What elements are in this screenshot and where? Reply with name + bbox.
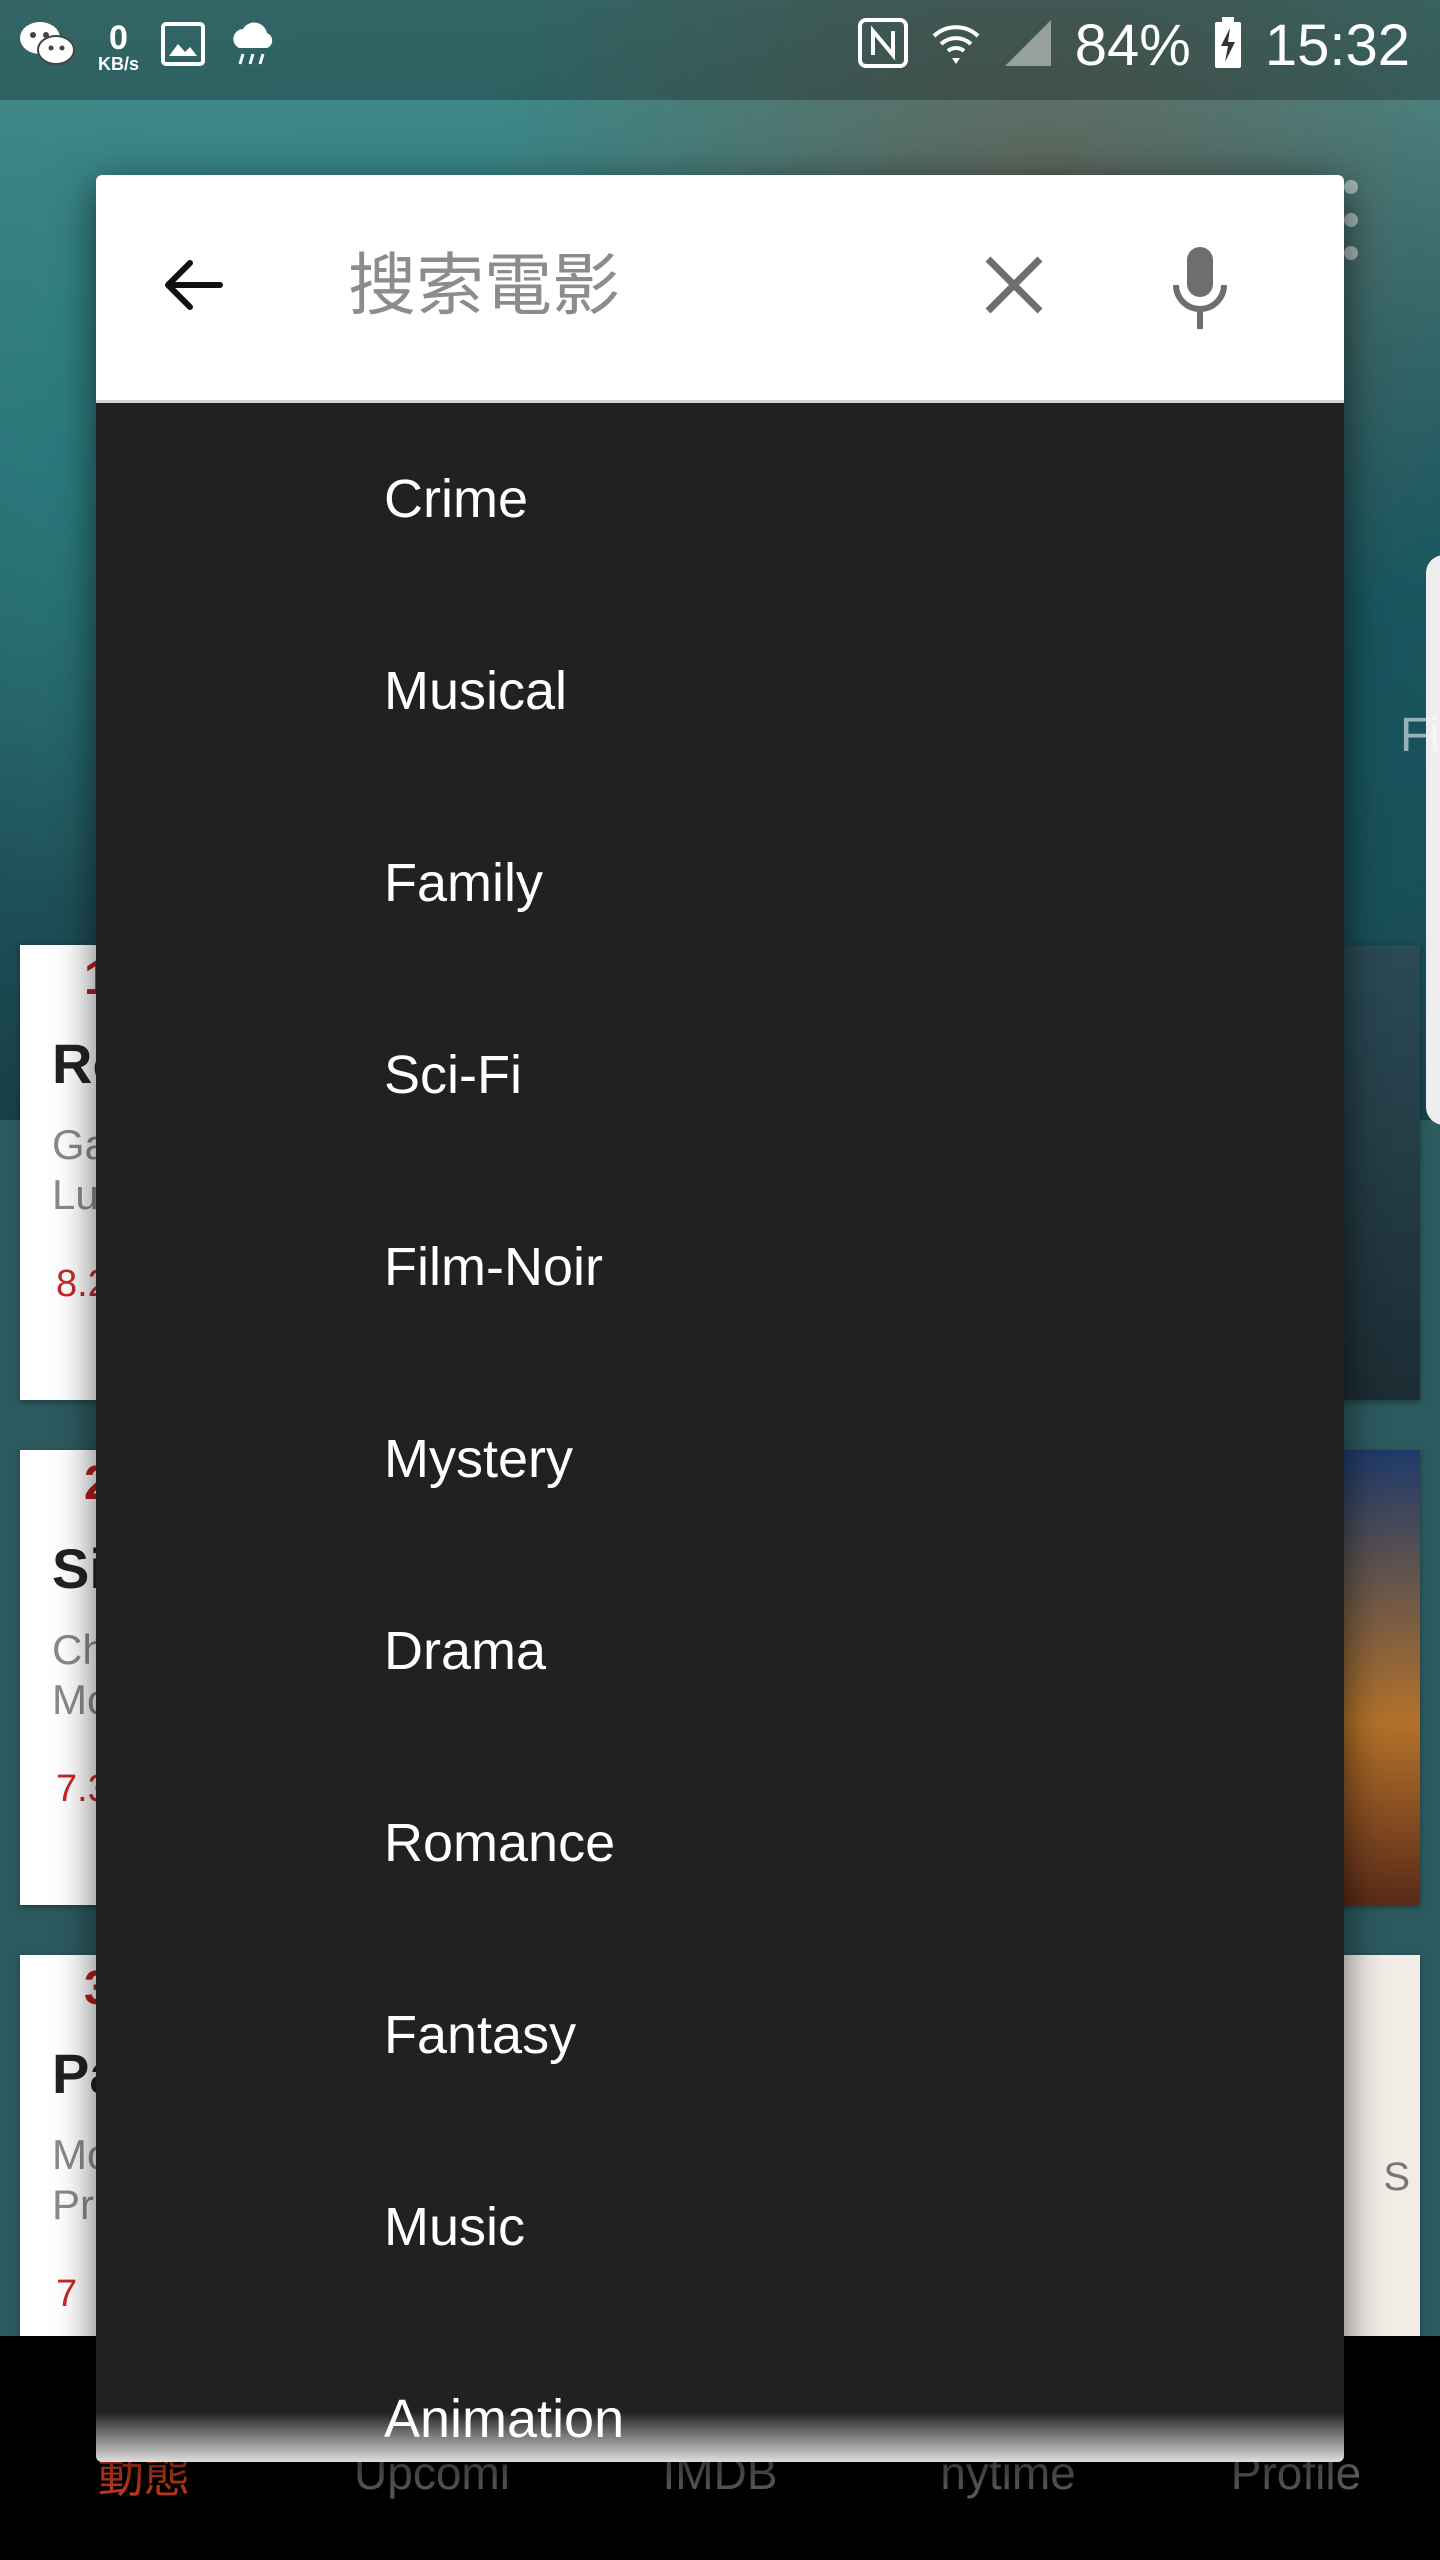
close-icon — [985, 256, 1043, 314]
image-icon — [161, 22, 206, 71]
genre-item-romance[interactable]: Romance — [96, 1747, 1344, 1939]
battery-level: 84% — [1074, 13, 1191, 78]
search-bar — [96, 175, 1344, 403]
search-dialog: Crime Musical Family Sci-Fi Film-Noir My… — [96, 175, 1344, 2462]
search-input[interactable] — [346, 235, 750, 337]
weather-rain-icon — [227, 20, 279, 73]
genre-suggestion-list: Crime Musical Family Sci-Fi Film-Noir My… — [96, 403, 1344, 2462]
genre-item-sci-fi[interactable]: Sci-Fi — [96, 979, 1344, 1171]
movie-poster — [1340, 1450, 1420, 1905]
back-button[interactable] — [154, 245, 234, 325]
genre-item-film-noir[interactable]: Film-Noir — [96, 1171, 1344, 1363]
cell-signal-icon — [1003, 18, 1053, 73]
movie-rating: 7 — [56, 2273, 78, 2315]
clock: 15:32 — [1264, 13, 1410, 78]
nfc-icon — [857, 17, 909, 74]
genre-item-crime[interactable]: Crime — [96, 403, 1344, 595]
movie-genre: Pr — [52, 2181, 94, 2228]
battery-charging-icon — [1213, 16, 1243, 75]
net-speed: 0 KB/s — [98, 21, 139, 73]
genre-item-mystery[interactable]: Mystery — [96, 1363, 1344, 1555]
genre-item-music[interactable]: Music — [96, 2131, 1344, 2323]
genre-item-family[interactable]: Family — [96, 787, 1344, 979]
side-card — [1426, 555, 1440, 1125]
mic-icon — [1173, 247, 1227, 329]
movie-extra: S — [1383, 2155, 1410, 2199]
movie-genre: Lu — [52, 1171, 99, 1218]
genre-item-musical[interactable]: Musical — [96, 595, 1344, 787]
side-card-label: Fi — [1400, 709, 1440, 762]
genre-item-drama[interactable]: Drama — [96, 1555, 1344, 1747]
net-speed-unit: KB/s — [98, 53, 140, 74]
genre-item-fantasy[interactable]: Fantasy — [96, 1939, 1344, 2131]
voice-search-button[interactable] — [1160, 245, 1240, 335]
status-bar: 0 KB/s 84% 15:32 — [0, 0, 1440, 100]
movie-poster — [1340, 945, 1420, 1400]
genre-item-animation[interactable]: Animation — [96, 2323, 1344, 2462]
clear-button[interactable] — [974, 245, 1054, 325]
wechat-icon — [18, 18, 76, 75]
net-speed-value: 0 — [109, 18, 128, 57]
arrow-back-icon — [165, 260, 223, 310]
wifi-icon — [931, 18, 981, 73]
